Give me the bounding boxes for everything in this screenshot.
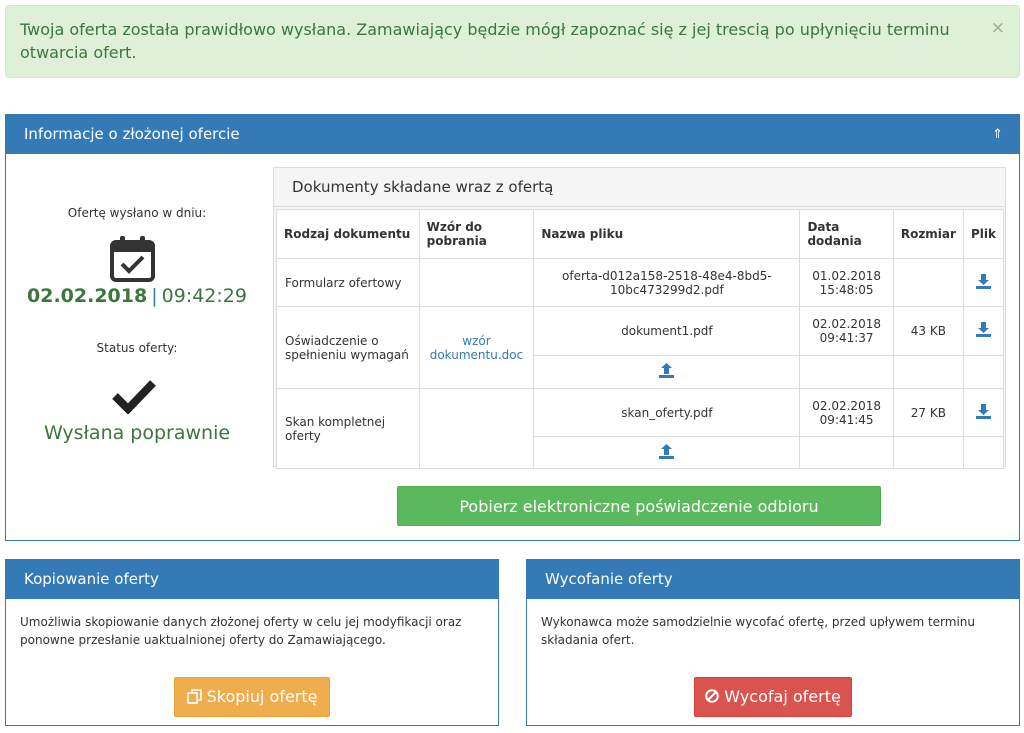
empty-cell [892, 355, 964, 389]
sent-datetime: 02.02.2018 | 09:42:29 [6, 285, 268, 307]
col-header-date: Data dodania [799, 209, 894, 259]
col-header-template: Wzór do pobrania [418, 209, 535, 259]
empty-cell [799, 355, 894, 389]
checkmark-icon [112, 380, 156, 414]
doc-type: Skan kompletnej oferty [276, 388, 420, 469]
doc-size [892, 258, 964, 307]
upload-icon[interactable] [659, 443, 675, 459]
copy-offer-header: Kopiowanie oferty [6, 560, 498, 599]
empty-cell [962, 436, 1005, 469]
sent-date: 02.02.2018 [27, 285, 148, 307]
doc-file [962, 306, 1005, 356]
documents-title: Dokumenty składane wraz z ofertą [274, 168, 1005, 207]
offer-info-panel: Informacje o złożonej ofercie ⇑ Ofertę w… [5, 114, 1020, 541]
status-value: Wysłana poprawnie [43, 422, 231, 444]
panel-title: Kopiowanie oferty [24, 570, 159, 588]
empty-cell [799, 436, 894, 469]
withdraw-offer-button[interactable]: Wycofaj ofertę [694, 677, 852, 717]
doc-file [962, 258, 1005, 307]
doc-type: Formularz ofertowy [276, 258, 420, 307]
doc-template [418, 258, 535, 307]
col-header-filename: Nazwa pliku [533, 209, 801, 259]
doc-date-day: 01.02.2018 [812, 268, 881, 283]
doc-template [418, 388, 535, 469]
download-receipt-button[interactable]: Pobierz elektroniczne poświadczenie odbi… [397, 486, 881, 526]
withdraw-offer-header: Wycofanie oferty [527, 560, 1019, 599]
alert-message: Twoja oferta została prawidłowo wysłana.… [20, 20, 950, 62]
documents-panel: Dokumenty składane wraz z ofertą Rodzaj … [273, 167, 1006, 469]
upload-cell [533, 355, 801, 389]
doc-filename: skan_oferty.pdf [533, 388, 801, 437]
table-row: Oświadczenie o spełnieniu wymagań wzór d… [276, 306, 1005, 389]
copy-offer-panel: Kopiowanie oferty Umożliwia skopiowanie … [5, 559, 499, 726]
col-header-type: Rodzaj dokumentu [276, 209, 420, 259]
panel-title: Wycofanie oferty [545, 570, 673, 588]
doc-file [962, 388, 1005, 437]
collapse-icon[interactable]: ⇑ [992, 115, 1003, 154]
status-label: Status oferty: [96, 341, 178, 355]
table-row: Formularz ofertowy oferta-d012a158-2518-… [276, 258, 1005, 307]
empty-cell [892, 436, 964, 469]
doc-template: wzór dokumentu.doc [418, 306, 535, 389]
doc-filename: dokument1.pdf [533, 306, 801, 356]
calendar-icon [110, 236, 155, 282]
sent-time: 09:42:29 [161, 285, 247, 307]
copy-icon [186, 689, 202, 704]
success-alert: Twoja oferta została prawidłowo wysłana.… [5, 5, 1020, 78]
doc-date-time: 09:41:37 [819, 331, 874, 345]
offer-summary: Ofertę wysłano w dniu: 02.02.2018 | 09:42:… [6, 115, 268, 495]
doc-filename: oferta-d012a158-2518-48e4-8bd5-10bc47329… [533, 258, 801, 307]
col-header-file: Plik [962, 209, 1005, 259]
withdraw-offer-panel: Wycofanie oferty Wykonawca może samodzie… [526, 559, 1020, 726]
doc-date-day: 02.02.2018 [812, 317, 881, 331]
table-header-row: Rodzaj dokumentu Wzór do pobrania Nazwa … [276, 209, 1005, 259]
upload-cell [533, 436, 801, 469]
download-icon[interactable] [975, 322, 991, 337]
copy-offer-text: Umożliwia skopiowanie danych złożonej of… [20, 615, 462, 647]
datetime-separator: | [151, 285, 158, 307]
doc-date: 02.02.2018 09:41:37 [799, 306, 894, 356]
copy-offer-label: Skopiuj ofertę [206, 687, 318, 706]
documents-table: Rodzaj dokumentu Wzór do pobrania Nazwa … [276, 209, 1005, 469]
download-icon[interactable] [975, 273, 991, 289]
doc-type: Oświadczenie o spełnieniu wymagań [276, 306, 420, 389]
doc-date-time: 09:41:45 [819, 412, 874, 427]
doc-date-time: 15:48:05 [819, 282, 874, 297]
doc-date-day: 02.02.2018 [812, 398, 881, 413]
copy-offer-button[interactable]: Skopiuj ofertę [174, 677, 330, 717]
doc-size: 27 KB [892, 388, 964, 437]
table-row: Skan kompletnej oferty skan_oferty.pdf 0… [276, 388, 1005, 469]
download-icon[interactable] [975, 403, 991, 419]
upload-icon[interactable] [659, 363, 675, 378]
doc-date: 01.02.2018 15:48:05 [799, 258, 894, 307]
template-link[interactable]: wzór dokumentu.doc [430, 334, 524, 362]
doc-date: 02.02.2018 09:41:45 [799, 388, 894, 437]
doc-size: 43 KB [892, 306, 964, 356]
close-icon[interactable]: × [991, 20, 1005, 37]
sent-label: Ofertę wysłano w dniu: [67, 206, 207, 220]
empty-cell [962, 355, 1005, 389]
withdraw-offer-label: Wycofaj ofertę [724, 687, 841, 706]
ban-icon [705, 689, 719, 703]
withdraw-offer-text: Wykonawca może samodzielnie wycofać ofer… [541, 615, 976, 647]
col-header-size: Rozmiar [892, 209, 964, 259]
